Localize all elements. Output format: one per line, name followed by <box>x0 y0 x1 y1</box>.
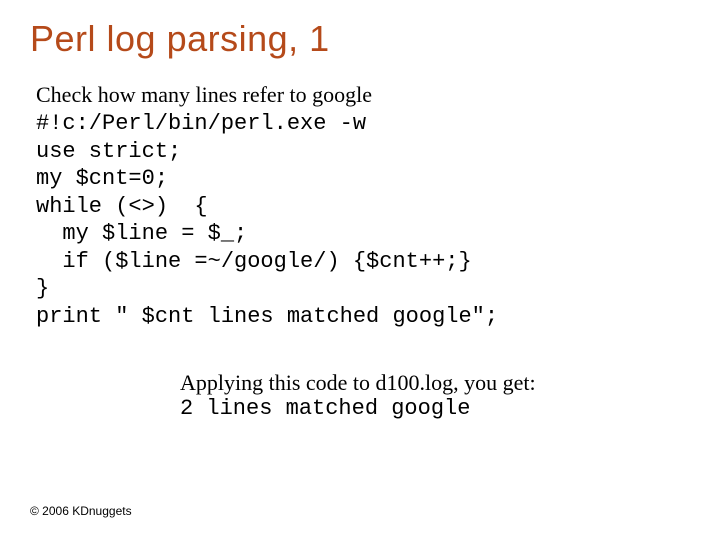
code-block: #!c:/Perl/bin/perl.exe -w use strict; my… <box>36 110 690 330</box>
footer-copyright: © 2006 KDnuggets <box>30 504 132 518</box>
result-intro: Applying this code to d100.log, you get: <box>180 370 690 396</box>
slide-title: Perl log parsing, 1 <box>30 18 690 60</box>
intro-text: Check how many lines refer to google <box>36 82 690 108</box>
result-output: 2 lines matched google <box>180 396 690 421</box>
result-block: Applying this code to d100.log, you get:… <box>180 370 690 421</box>
slide: Perl log parsing, 1 Check how many lines… <box>0 0 720 540</box>
